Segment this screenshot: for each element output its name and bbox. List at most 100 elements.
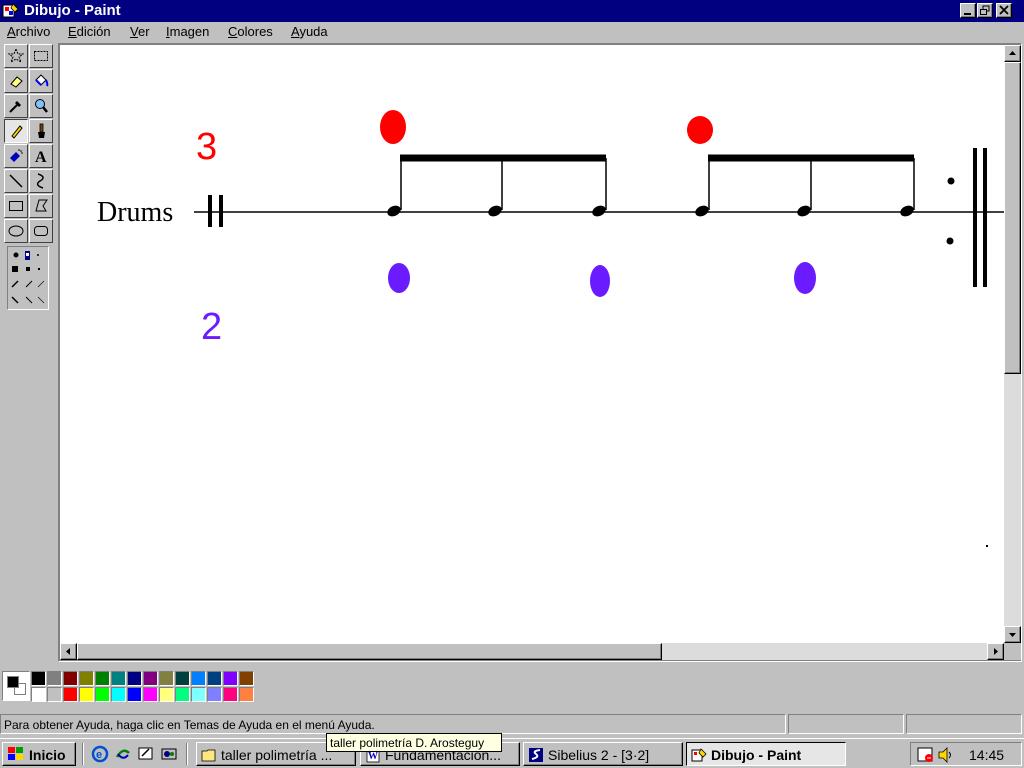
tool-magnifier[interactable] — [29, 94, 53, 118]
tool-pencil[interactable] — [4, 119, 28, 143]
palette-swatch[interactable] — [31, 671, 46, 686]
minimize-button[interactable] — [960, 3, 976, 18]
menu-edicion[interactable]: Edición — [68, 24, 111, 39]
vertical-scroll-thumb[interactable] — [1004, 62, 1021, 374]
palette-swatch[interactable] — [95, 671, 110, 686]
tool-free-select[interactable] — [4, 44, 28, 68]
notehead — [797, 205, 811, 217]
task-sibelius[interactable]: Sibelius 2 - [3·2] — [523, 742, 683, 766]
tool-ellipse[interactable] — [4, 219, 28, 243]
purple-accent-dot — [794, 262, 816, 294]
menu-imagen[interactable]: Imagen — [166, 24, 209, 39]
scroll-down-button[interactable] — [1004, 626, 1021, 643]
menu-ver[interactable]: Ver — [130, 24, 150, 39]
system-tray: 14:45 — [910, 742, 1022, 766]
tool-options-box[interactable] — [7, 246, 49, 310]
palette-swatch[interactable] — [47, 671, 62, 686]
scheduler-icon[interactable] — [917, 746, 935, 764]
vertical-scrollbar[interactable] — [1004, 45, 1021, 643]
airbrush-icon — [10, 149, 23, 162]
paint-bucket-icon — [35, 74, 49, 87]
taskbar-separator — [186, 743, 188, 765]
scroll-up-button[interactable] — [1004, 45, 1021, 62]
tool-fill[interactable] — [29, 69, 53, 93]
horizontal-scrollbar[interactable] — [60, 643, 1004, 660]
palette-swatch[interactable] — [143, 671, 158, 686]
palette-swatch[interactable] — [143, 687, 158, 702]
title-bar[interactable]: Dibujo - Paint — [0, 0, 1024, 22]
line-icon — [9, 174, 23, 188]
taskbar-tooltip: taller polimetría D. Arosteguy — [326, 733, 502, 752]
menu-colores[interactable]: Colores — [228, 24, 273, 39]
palette-swatch[interactable] — [223, 687, 238, 702]
palette-swatch[interactable] — [63, 671, 78, 686]
outlook-express-icon[interactable] — [114, 745, 132, 763]
tool-eraser[interactable] — [4, 69, 28, 93]
palette-swatch[interactable] — [175, 671, 190, 686]
palette-swatch[interactable] — [127, 671, 142, 686]
channels-icon[interactable] — [160, 745, 178, 763]
purple-accent-dot — [388, 263, 410, 293]
text-icon: A — [35, 149, 47, 164]
palette-swatch[interactable] — [191, 687, 206, 702]
clock[interactable]: 14:45 — [969, 747, 1004, 763]
ellipse-icon — [8, 225, 24, 237]
start-button[interactable]: Inicio — [2, 742, 76, 766]
tool-curve[interactable] — [29, 169, 53, 193]
palette-swatch[interactable] — [63, 687, 78, 702]
tool-text[interactable]: A — [29, 144, 53, 168]
restore-icon — [980, 5, 990, 15]
start-barline-1 — [208, 195, 212, 227]
status-size-field — [906, 714, 1022, 734]
arrow-right-icon — [994, 648, 998, 655]
palette-swatch[interactable] — [79, 671, 94, 686]
tool-polygon[interactable] — [29, 194, 53, 218]
tool-rounded-rect[interactable] — [29, 219, 53, 243]
paint-app-icon[interactable] — [2, 2, 20, 20]
folder-icon — [201, 749, 216, 762]
palette-swatch[interactable] — [175, 687, 190, 702]
palette-swatch[interactable] — [159, 671, 174, 686]
task-dibujo-paint[interactable]: Dibujo - Paint — [686, 742, 846, 766]
close-button[interactable] — [996, 3, 1012, 18]
palette-swatch[interactable] — [207, 671, 222, 686]
menu-ayuda[interactable]: Ayuda — [291, 24, 328, 39]
status-help-text: Para obtener Ayuda, haga clic en Temas d… — [4, 718, 375, 732]
palette-swatch[interactable] — [223, 671, 238, 686]
palette-swatch[interactable] — [95, 687, 110, 702]
palette-swatch[interactable] — [111, 671, 126, 686]
rectangle-icon — [9, 201, 23, 211]
volume-speaker-icon[interactable] — [937, 746, 955, 764]
internet-explorer-icon[interactable]: e — [91, 745, 109, 763]
notehead — [387, 205, 401, 217]
palette-swatch[interactable] — [207, 687, 222, 702]
status-coords-field — [788, 714, 904, 734]
tool-rectangle[interactable] — [4, 194, 28, 218]
tool-line[interactable] — [4, 169, 28, 193]
tool-rect-select[interactable] — [29, 44, 53, 68]
palette-swatch[interactable] — [239, 671, 254, 686]
show-desktop-icon[interactable] — [137, 745, 155, 763]
drawing-canvas[interactable]: Drums 3 2 — [60, 45, 1004, 643]
restore-button[interactable] — [977, 3, 993, 18]
palette-swatch[interactable] — [191, 671, 206, 686]
palette-swatch[interactable] — [47, 687, 62, 702]
palette-swatch[interactable] — [111, 687, 126, 702]
menu-archivo[interactable]: Archivo — [7, 24, 50, 39]
palette-swatch[interactable] — [239, 687, 254, 702]
stray-pixel — [986, 545, 988, 547]
tool-brush[interactable] — [29, 119, 53, 143]
palette-swatch[interactable] — [79, 687, 94, 702]
upper-number: 3 — [196, 126, 217, 168]
palette-swatch[interactable] — [159, 687, 174, 702]
taskbar: Inicio e taller polimetría ... W Fundame… — [0, 738, 1024, 768]
tool-pick-color[interactable] — [4, 94, 28, 118]
tool-airbrush[interactable] — [4, 144, 28, 168]
palette-swatch[interactable] — [31, 687, 46, 702]
scroll-left-button[interactable] — [60, 643, 77, 660]
star-select-icon — [8, 48, 24, 64]
palette-swatch[interactable] — [127, 687, 142, 702]
horizontal-scroll-thumb[interactable] — [77, 643, 662, 660]
scroll-right-button[interactable] — [987, 643, 1004, 660]
color-palette — [0, 668, 260, 706]
